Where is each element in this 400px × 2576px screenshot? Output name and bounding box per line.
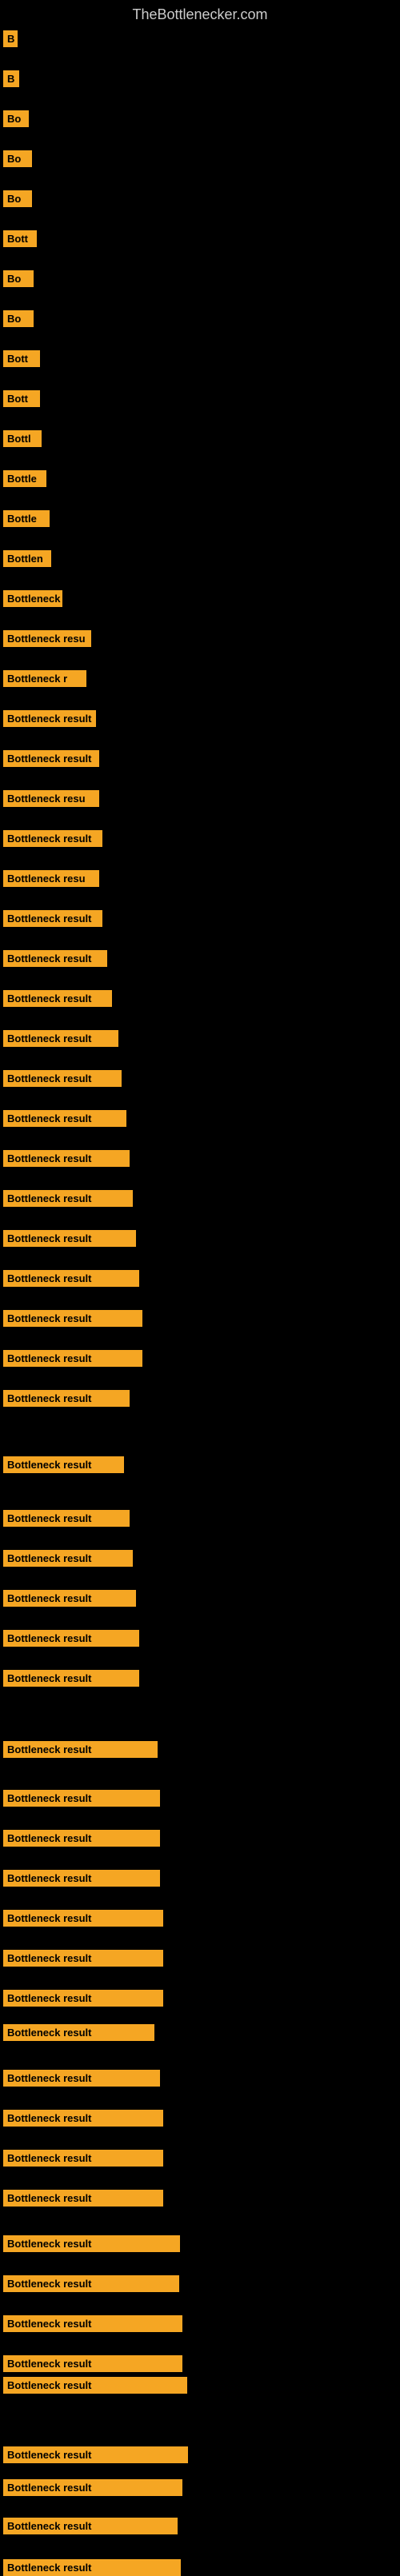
- bottleneck-item: Bottleneck result: [3, 2446, 188, 2463]
- bottleneck-item: Bottleneck result: [3, 1990, 163, 2007]
- bottleneck-item: Bottle: [3, 510, 50, 527]
- bottleneck-item: Bo: [3, 150, 32, 167]
- bottleneck-item: Bottleneck r: [3, 670, 86, 687]
- bottleneck-item: Bottleneck result: [3, 1390, 130, 1407]
- bottleneck-item: Bottleneck result: [3, 1830, 160, 1847]
- bottleneck-item: Bo: [3, 310, 34, 327]
- bottleneck-item: Bott: [3, 350, 40, 367]
- bottleneck-item: Bottleneck result: [3, 1550, 133, 1567]
- bottleneck-item: Bottleneck result: [3, 2518, 178, 2534]
- bottleneck-item: Bott: [3, 390, 40, 407]
- bottleneck-item: Bottleneck result: [3, 1350, 142, 1367]
- bottleneck-item: Bottleneck result: [3, 1790, 160, 1807]
- bottleneck-item: Bottleneck result: [3, 750, 99, 767]
- bottleneck-item: Bottleneck result: [3, 2355, 182, 2372]
- bottleneck-item: Bott: [3, 230, 37, 247]
- bottleneck-item: B: [3, 70, 19, 87]
- bottleneck-item: Bottl: [3, 430, 42, 447]
- bottleneck-item: Bottlen: [3, 550, 51, 567]
- bottleneck-item: Bottleneck resu: [3, 790, 99, 807]
- bottleneck-item: Bottleneck result: [3, 1590, 136, 1607]
- bottleneck-item: Bo: [3, 270, 34, 287]
- bottleneck-item: Bottleneck result: [3, 2235, 180, 2252]
- bottleneck-item: Bottleneck result: [3, 710, 96, 727]
- bottleneck-item: Bottleneck result: [3, 2024, 154, 2041]
- bottleneck-item: Bottleneck result: [3, 1741, 158, 1758]
- bottleneck-item: Bottleneck result: [3, 1190, 133, 1207]
- bottleneck-item: Bottleneck result: [3, 2315, 182, 2332]
- bottleneck-item: Bottleneck result: [3, 1030, 118, 1047]
- bottleneck-item: Bottleneck result: [3, 2070, 160, 2087]
- bottleneck-item: Bottleneck result: [3, 1270, 139, 1287]
- bottleneck-item: Bottleneck result: [3, 1110, 126, 1127]
- bottleneck-item: Bottleneck result: [3, 990, 112, 1007]
- bottleneck-item: Bottleneck result: [3, 1630, 139, 1647]
- bottleneck-item: Bottleneck result: [3, 2190, 163, 2207]
- bottleneck-item: Bottleneck result: [3, 1070, 122, 1087]
- bottleneck-item: Bottleneck result: [3, 2479, 182, 2496]
- bottleneck-item: B: [3, 30, 18, 47]
- bottleneck-item: Bottleneck result: [3, 950, 107, 967]
- bottleneck-item: Bottleneck result: [3, 1150, 130, 1167]
- bottleneck-item: Bottleneck result: [3, 1230, 136, 1247]
- bottleneck-item: Bottleneck resu: [3, 870, 99, 887]
- bottleneck-item: Bo: [3, 190, 32, 207]
- bottleneck-item: Bottleneck result: [3, 1456, 124, 1473]
- bottleneck-item: Bo: [3, 110, 29, 127]
- site-title: TheBottlenecker.com: [0, 0, 400, 30]
- bottleneck-item: Bottleneck result: [3, 2110, 163, 2127]
- bottleneck-item: Bottleneck result: [3, 910, 102, 927]
- bottleneck-item: Bottleneck result: [3, 2559, 181, 2576]
- bottleneck-item: Bottleneck result: [3, 1670, 139, 1687]
- bottleneck-item: Bottleneck result: [3, 1310, 142, 1327]
- bottleneck-item: Bottleneck result: [3, 2150, 163, 2167]
- bottleneck-item: Bottleneck result: [3, 1510, 130, 1527]
- bottleneck-item: Bottleneck result: [3, 1950, 163, 1967]
- bottleneck-item: Bottleneck result: [3, 2377, 187, 2394]
- bottleneck-item: Bottleneck resu: [3, 630, 91, 647]
- bottleneck-item: Bottleneck result: [3, 2275, 179, 2292]
- bottleneck-item: Bottle: [3, 470, 46, 487]
- bottleneck-item: Bottleneck result: [3, 830, 102, 847]
- bottleneck-item: Bottleneck result: [3, 1910, 163, 1927]
- bottleneck-item: Bottleneck result: [3, 1870, 160, 1887]
- bottleneck-item: Bottleneck: [3, 590, 62, 607]
